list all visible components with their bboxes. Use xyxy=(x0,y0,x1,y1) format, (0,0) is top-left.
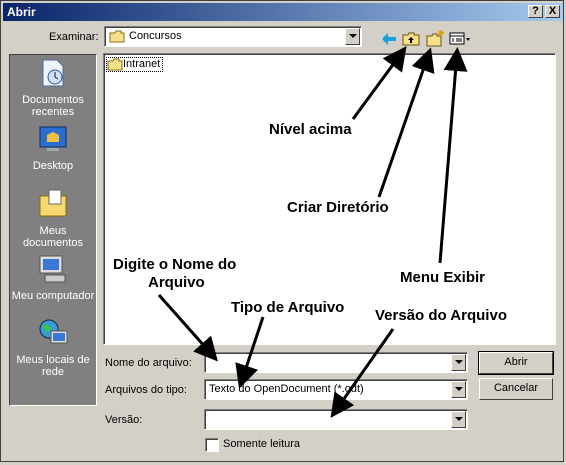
annotation-file-type: Tipo de Arquivo xyxy=(231,299,345,316)
annotation-up-level: Nível acima xyxy=(269,121,352,138)
annotation-file-version: Versão do Arquivo xyxy=(375,307,507,324)
annotation-create-dir: Criar Diretório xyxy=(287,199,389,216)
arrow-version xyxy=(330,328,395,418)
arrow-up-level xyxy=(351,46,407,120)
annotation-type-name-2: Arquivo xyxy=(148,274,205,291)
annotation-type-name: Digite o Nome do xyxy=(113,256,237,273)
arrow-filename xyxy=(157,294,218,362)
annotation-view-menu: Menu Exibir xyxy=(400,269,486,286)
arrow-filetype xyxy=(235,316,265,389)
arrow-view-menu xyxy=(438,47,468,264)
open-dialog: Abrir ? X Examinar: Concursos Documentos… xyxy=(0,0,564,462)
annotation-arrows xyxy=(157,46,468,418)
